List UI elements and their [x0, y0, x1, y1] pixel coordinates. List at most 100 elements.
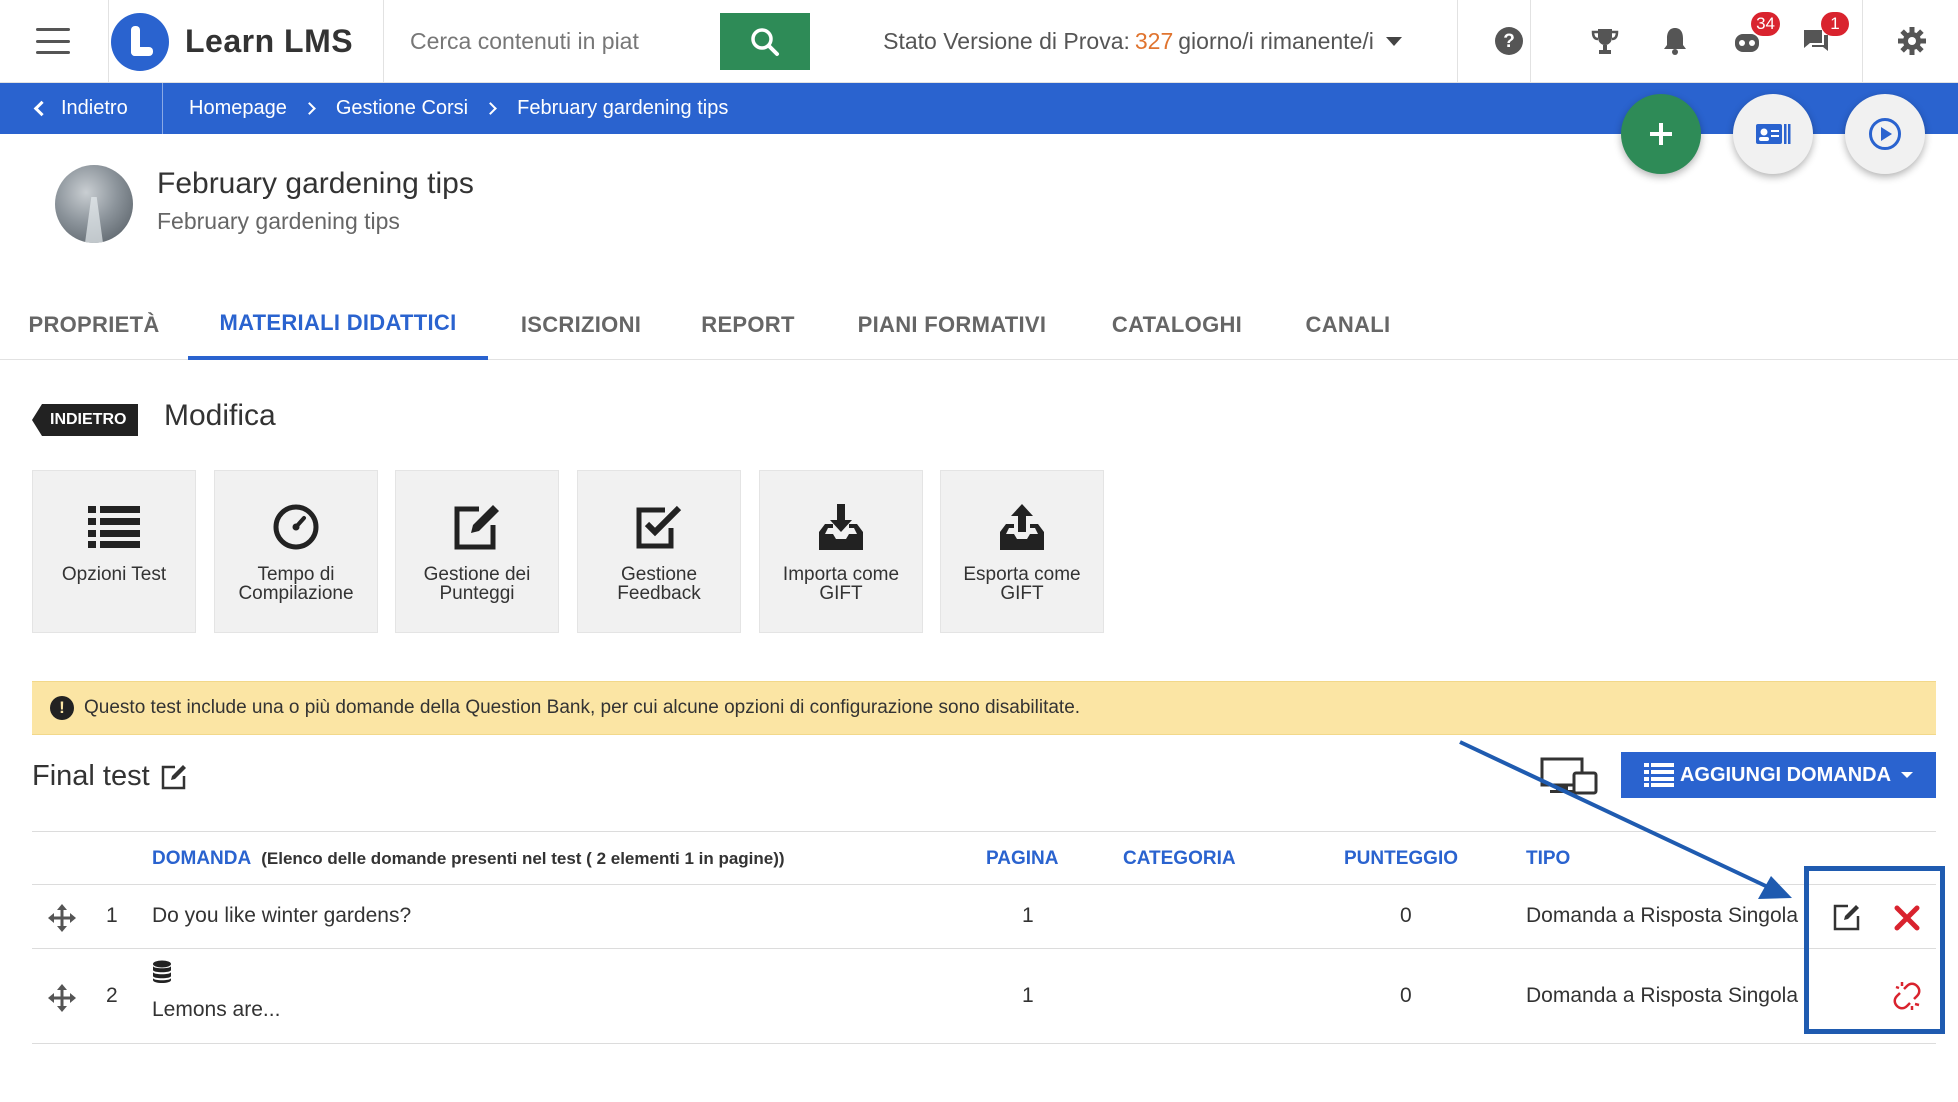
help-icon[interactable]: ?: [1490, 22, 1528, 60]
notification-badge: 34: [1751, 12, 1780, 36]
back-tag-button[interactable]: INDIETRO: [32, 404, 139, 436]
trial-status-dropdown[interactable]: Stato Versione di Prova: 327 giorno/i ri…: [828, 0, 1458, 83]
database-icon: [152, 960, 172, 990]
logo-text: Learn LMS: [185, 23, 354, 59]
column-header-punteggio[interactable]: PUNTEGGIO: [1344, 848, 1458, 870]
robot-icon[interactable]: 34: [1728, 12, 1780, 60]
tool-label: Importa come GIFT: [782, 564, 900, 604]
tool-tempo-compilazione[interactable]: Tempo di Compilazione: [214, 470, 378, 633]
table-divider: [32, 948, 1936, 949]
score-value: 0: [1400, 984, 1412, 1007]
page-value: 1: [1022, 984, 1034, 1007]
tab-proprieta[interactable]: PROPRIETÀ: [18, 290, 170, 360]
drag-handle-icon[interactable]: [48, 984, 76, 1017]
list-icon: [88, 506, 140, 548]
section-title: Modifica: [164, 399, 276, 432]
chat-icon[interactable]: 1: [1797, 12, 1849, 60]
divider: [1862, 0, 1863, 83]
top-bar: Learn LMS Stato Versione di Prova: 327 g…: [0, 0, 1958, 83]
chevron-right-icon: [484, 102, 497, 115]
course-image: [55, 165, 133, 243]
column-header-label: DOMANDA: [152, 848, 252, 869]
devices-icon[interactable]: [1540, 757, 1598, 800]
course-tabs: PROPRIETÀ MATERIALI DIDATTICI ISCRIZIONI…: [0, 290, 1958, 360]
course-subtitle: February gardening tips: [157, 208, 400, 234]
list-icon: [1643, 763, 1674, 787]
drag-handle-icon[interactable]: [48, 904, 76, 937]
search-icon: [751, 27, 779, 56]
trial-suffix: giorno/i rimanente/i: [1178, 28, 1374, 54]
add-fab-button[interactable]: [1621, 94, 1701, 174]
play-circle-icon: [1869, 118, 1901, 150]
search-input[interactable]: [386, 13, 720, 70]
caret-down-icon: [1385, 37, 1402, 46]
edit-square-icon: [454, 505, 499, 550]
tool-label: Opzioni Test: [61, 564, 167, 585]
type-value: Domanda a Risposta Singola: [1526, 984, 1798, 1007]
back-link[interactable]: Indietro: [0, 83, 163, 134]
table-divider: [32, 1043, 1936, 1044]
exclamation-icon: !: [50, 696, 74, 720]
question-bank-notice: ! Questo test include una o più domande …: [32, 681, 1936, 735]
score-value: 0: [1400, 904, 1412, 927]
course-title: February gardening tips: [157, 167, 474, 200]
actions-highlight-box: [1804, 866, 1945, 1034]
tab-piani-formativi[interactable]: PIANI FORMATIVI: [846, 290, 1058, 360]
tool-gestione-punteggi[interactable]: Gestione dei Punteggi: [395, 470, 559, 633]
row-number: 1: [106, 904, 118, 927]
chevron-right-icon: [302, 102, 316, 115]
column-header-domanda[interactable]: DOMANDA (Elenco delle domande presenti ne…: [152, 848, 785, 870]
breadcrumb-item-current: February gardening tips: [517, 97, 729, 119]
bell-icon[interactable]: [1656, 22, 1694, 60]
table-divider: [32, 831, 1936, 832]
message-badge: 1: [1821, 12, 1849, 36]
tool-opzioni-test[interactable]: Opzioni Test: [32, 470, 196, 633]
caret-down-icon: [1901, 772, 1914, 778]
tool-label: Gestione Feedback: [617, 564, 701, 604]
trophy-icon[interactable]: [1586, 22, 1624, 60]
tab-materiali-didattici[interactable]: MATERIALI DIDATTICI: [188, 290, 488, 360]
stopwatch-icon: [273, 504, 319, 550]
tool-gestione-feedback[interactable]: Gestione Feedback: [577, 470, 741, 633]
breadcrumb-item-gestione-corsi[interactable]: Gestione Corsi: [336, 97, 468, 120]
column-header-pagina[interactable]: PAGINA: [986, 848, 1058, 870]
tool-importa-gift[interactable]: Importa come GIFT: [759, 470, 923, 633]
svg-text:?: ?: [1503, 31, 1515, 52]
tool-label: Gestione dei Punteggi: [423, 564, 531, 604]
column-header-tipo[interactable]: TIPO: [1526, 848, 1570, 870]
tool-label: Tempo di Compilazione: [238, 564, 354, 604]
gear-icon[interactable]: [1893, 22, 1931, 60]
logo-mark-icon: [111, 12, 169, 71]
menu-icon[interactable]: [36, 28, 70, 54]
tab-report[interactable]: REPORT: [690, 290, 806, 360]
page-value: 1: [1022, 904, 1034, 927]
notice-text: Questo test include una o più domande de…: [84, 697, 1081, 718]
column-header-categoria[interactable]: CATEGORIA: [1123, 848, 1236, 870]
trial-label: Stato Versione di Prova:: [883, 28, 1130, 54]
tool-esporta-gift[interactable]: Esporta come GIFT: [940, 470, 1104, 633]
tab-iscrizioni[interactable]: ISCRIZIONI: [508, 290, 654, 360]
test-title-text: Final test: [32, 760, 150, 792]
inbox-upload-icon: [1000, 504, 1044, 550]
add-question-label: AGGIUNGI DOMANDA: [1679, 763, 1892, 786]
edit-title-icon[interactable]: [160, 763, 188, 791]
id-card-fab-button[interactable]: [1733, 94, 1813, 174]
tool-label: Esporta come GIFT: [963, 564, 1081, 604]
row-number: 2: [106, 984, 118, 1007]
add-question-button[interactable]: AGGIUNGI DOMANDA: [1621, 752, 1936, 798]
column-header-note: (Elenco delle domande presenti nel test …: [261, 849, 785, 868]
question-text: Lemons are...: [152, 998, 281, 1021]
breadcrumb-item-homepage[interactable]: Homepage: [189, 97, 287, 120]
question-text: Do you like winter gardens?: [152, 904, 412, 927]
trial-days: 327: [1134, 28, 1174, 54]
search-button[interactable]: [720, 13, 810, 70]
id-card-icon: [1756, 124, 1791, 144]
tab-canali[interactable]: CANALI: [1294, 290, 1402, 360]
chevron-left-icon: [33, 100, 50, 117]
table-divider: [32, 884, 1936, 885]
back-link-label: Indietro: [61, 97, 128, 119]
play-fab-button[interactable]: [1845, 94, 1925, 174]
tab-cataloghi[interactable]: CATALOGHI: [1100, 290, 1254, 360]
plus-icon: [1650, 123, 1672, 145]
logo[interactable]: Learn LMS: [108, 0, 384, 83]
